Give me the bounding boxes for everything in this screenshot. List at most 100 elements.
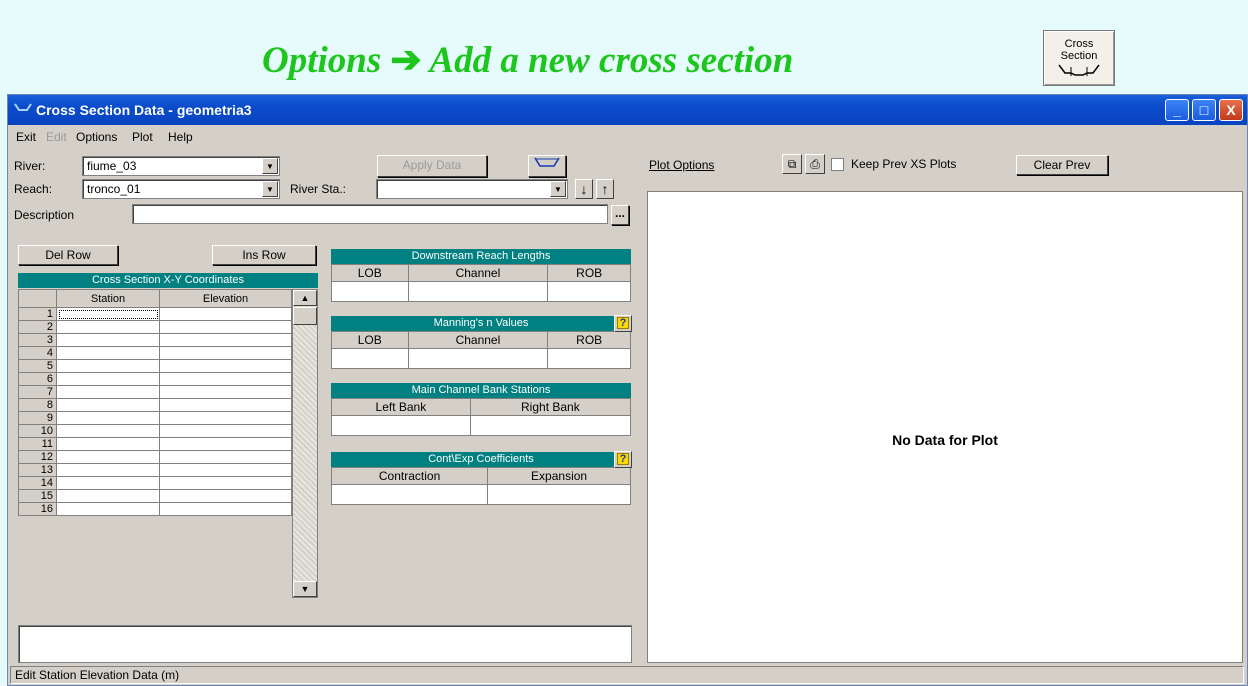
- station-cell[interactable]: [55, 307, 161, 321]
- elevation-cell[interactable]: [159, 424, 292, 438]
- elevation-cell[interactable]: [159, 437, 292, 451]
- station-cell[interactable]: [55, 320, 161, 334]
- scroll-down-icon[interactable]: ▼: [293, 581, 317, 597]
- elevation-cell[interactable]: [159, 333, 292, 347]
- river-station-select[interactable]: ▼: [376, 179, 568, 199]
- elevation-cell[interactable]: [159, 346, 292, 360]
- up-arrow-icon[interactable]: ↑: [596, 179, 614, 199]
- mannings-help-button[interactable]: ?: [614, 315, 632, 332]
- station-cell[interactable]: [55, 372, 161, 386]
- window-titlebar[interactable]: Cross Section Data - geometria3 _ □ X: [8, 95, 1247, 125]
- elevation-cell[interactable]: [159, 385, 292, 399]
- elevation-cell[interactable]: [159, 307, 292, 321]
- plot-options-link[interactable]: Plot Options: [649, 158, 714, 172]
- elevation-cell[interactable]: [159, 463, 292, 477]
- elevation-cell[interactable]: [159, 359, 292, 373]
- right-bank-input[interactable]: [469, 415, 632, 436]
- right-bank-header: Right Bank: [469, 398, 632, 416]
- row-number: 12: [18, 450, 57, 464]
- table-row: 16: [18, 502, 292, 516]
- row-number: 13: [18, 463, 57, 477]
- station-cell[interactable]: [55, 450, 161, 464]
- status-text: Edit Station Elevation Data (m): [15, 668, 180, 682]
- cross-section-plot-button[interactable]: [528, 155, 566, 177]
- menu-options[interactable]: Options: [76, 130, 117, 144]
- elevation-cell[interactable]: [159, 372, 292, 386]
- copy-plot-icon[interactable]: ⧉: [782, 154, 802, 174]
- table-row: 13: [18, 463, 292, 477]
- elevation-cell[interactable]: [159, 502, 292, 516]
- elevation-cell[interactable]: [159, 450, 292, 464]
- close-button[interactable]: X: [1219, 99, 1243, 121]
- scroll-thumb[interactable]: [293, 307, 317, 325]
- channel-length-input[interactable]: [407, 281, 549, 302]
- description-ellipsis-button[interactable]: ...: [611, 205, 629, 225]
- row-number: 1: [18, 307, 57, 321]
- print-icon[interactable]: ⎙: [805, 154, 825, 174]
- chevron-down-icon[interactable]: ▼: [262, 158, 278, 174]
- table-row: 3: [18, 333, 292, 347]
- table-row: 4: [18, 346, 292, 360]
- elevation-cell[interactable]: [159, 320, 292, 334]
- maximize-button[interactable]: □: [1192, 99, 1216, 121]
- station-cell[interactable]: [55, 411, 161, 425]
- elevation-cell[interactable]: [159, 411, 292, 425]
- cross-section-shape-icon: [534, 157, 560, 167]
- grid-scrollbar[interactable]: ▲ ▼: [292, 289, 318, 598]
- left-bank-input[interactable]: [331, 415, 471, 436]
- chevron-down-icon[interactable]: ▼: [262, 181, 278, 197]
- down-arrow-icon[interactable]: ↓: [575, 179, 593, 199]
- menu-exit[interactable]: Exit: [16, 130, 36, 144]
- cross-section-plot-area[interactable]: No Data for Plot: [647, 191, 1243, 663]
- lob-n-input[interactable]: [331, 348, 409, 369]
- elevation-cell[interactable]: [159, 476, 292, 490]
- del-row-button[interactable]: Del Row: [18, 245, 118, 265]
- downstream-reach-lengths-title: Downstream Reach Lengths: [331, 249, 631, 264]
- keep-prev-xs-checkbox[interactable]: [831, 158, 844, 171]
- table-row: 15: [18, 489, 292, 503]
- coefficients-help-button[interactable]: ?: [614, 451, 632, 468]
- minimize-button[interactable]: _: [1165, 99, 1189, 121]
- cross-section-toolbar-button[interactable]: Cross Section: [1043, 30, 1115, 86]
- station-cell[interactable]: [55, 346, 161, 360]
- reach-select[interactable]: tronco_01 ▼: [82, 179, 280, 199]
- station-cell[interactable]: [55, 489, 161, 503]
- menu-edit[interactable]: Edit: [46, 130, 67, 144]
- right-arrow-icon: ➔: [390, 40, 422, 81]
- station-cell[interactable]: [55, 476, 161, 490]
- cross-section-data-window: Cross Section Data - geometria3 _ □ X Ex…: [7, 94, 1248, 686]
- menu-help[interactable]: Help: [168, 130, 193, 144]
- description-input[interactable]: [132, 204, 608, 224]
- row-number: 6: [18, 372, 57, 386]
- chevron-down-icon[interactable]: ▼: [550, 181, 566, 197]
- station-cell[interactable]: [55, 398, 161, 412]
- river-select[interactable]: fiume_03 ▼: [82, 156, 280, 176]
- ins-row-button[interactable]: Ins Row: [212, 245, 316, 265]
- channel-n-input[interactable]: [407, 348, 549, 369]
- row-number: 15: [18, 489, 57, 503]
- lob-header: LOB: [331, 264, 409, 282]
- lob-length-input[interactable]: [331, 281, 409, 302]
- station-cell[interactable]: [55, 463, 161, 477]
- station-cell[interactable]: [55, 502, 161, 516]
- station-cell[interactable]: [55, 424, 161, 438]
- clear-prev-button[interactable]: Clear Prev: [1016, 155, 1108, 175]
- message-box: [18, 625, 632, 663]
- channel-header: Channel: [407, 331, 549, 349]
- rob-length-input[interactable]: [547, 281, 631, 302]
- contraction-input[interactable]: [330, 484, 489, 505]
- elevation-cell[interactable]: [159, 398, 292, 412]
- elevation-cell[interactable]: [159, 489, 292, 503]
- row-number: 5: [18, 359, 57, 373]
- scroll-up-icon[interactable]: ▲: [293, 290, 317, 306]
- rob-n-input[interactable]: [547, 348, 631, 369]
- station-cell[interactable]: [55, 385, 161, 399]
- table-row: 11: [18, 437, 292, 451]
- apply-data-button[interactable]: Apply Data: [377, 155, 487, 177]
- cross-section-button-line1: Cross: [1064, 38, 1094, 50]
- expansion-input[interactable]: [487, 484, 631, 505]
- station-cell[interactable]: [55, 333, 161, 347]
- menu-plot[interactable]: Plot: [132, 130, 153, 144]
- station-cell[interactable]: [55, 359, 161, 373]
- station-cell[interactable]: [55, 437, 161, 451]
